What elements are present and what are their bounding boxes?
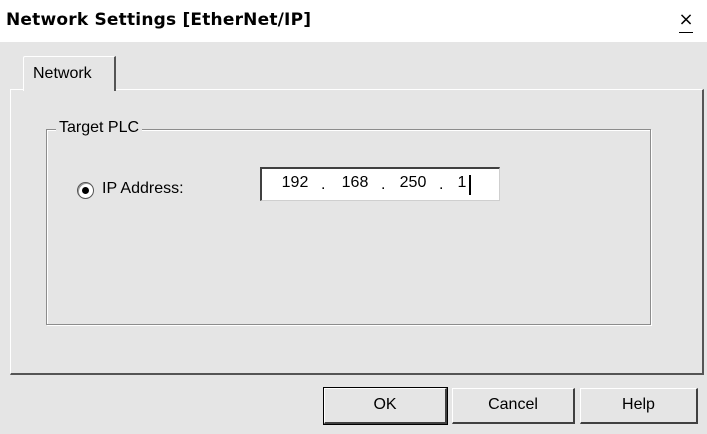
- ip-dot-3: .: [439, 176, 444, 193]
- ip-dot-1: .: [321, 176, 326, 193]
- help-button[interactable]: Help: [580, 388, 698, 424]
- ip-dot-2: .: [381, 176, 386, 193]
- ok-button[interactable]: OK: [323, 387, 448, 425]
- ip-octet-3[interactable]: 250: [396, 174, 430, 192]
- tab-network-label: Network: [33, 65, 92, 82]
- title-bar[interactable]: Network Settings [EtherNet/IP] ×: [0, 0, 707, 42]
- network-settings-dialog: Network Settings [EtherNet/IP] × Network…: [0, 0, 707, 434]
- ip-octet-1[interactable]: 192: [278, 174, 312, 192]
- ip-address-label[interactable]: IP Address:: [102, 180, 184, 198]
- dialog-client-area: Network Target PLC IP Address: 192 . 168…: [0, 42, 707, 434]
- text-caret: [469, 175, 471, 195]
- target-plc-group-label: Target PLC: [56, 119, 143, 137]
- target-plc-group: Target PLC IP Address: 192 . 168 . 250 .…: [46, 119, 651, 325]
- close-icon[interactable]: ×: [676, 11, 696, 33]
- tab-network[interactable]: Network: [23, 56, 116, 91]
- tab-page-network: Target PLC IP Address: 192 . 168 . 250 .…: [10, 89, 704, 375]
- ip-octet-2[interactable]: 168: [338, 174, 372, 192]
- window-title: Network Settings [EtherNet/IP]: [6, 10, 312, 30]
- cancel-button[interactable]: Cancel: [452, 388, 575, 424]
- ip-address-field[interactable]: 192 . 168 . 250 . 1: [260, 167, 500, 201]
- radio-selected-dot: [82, 187, 89, 194]
- ip-octet-4[interactable]: 1: [455, 174, 469, 192]
- ip-address-radio[interactable]: [77, 182, 94, 199]
